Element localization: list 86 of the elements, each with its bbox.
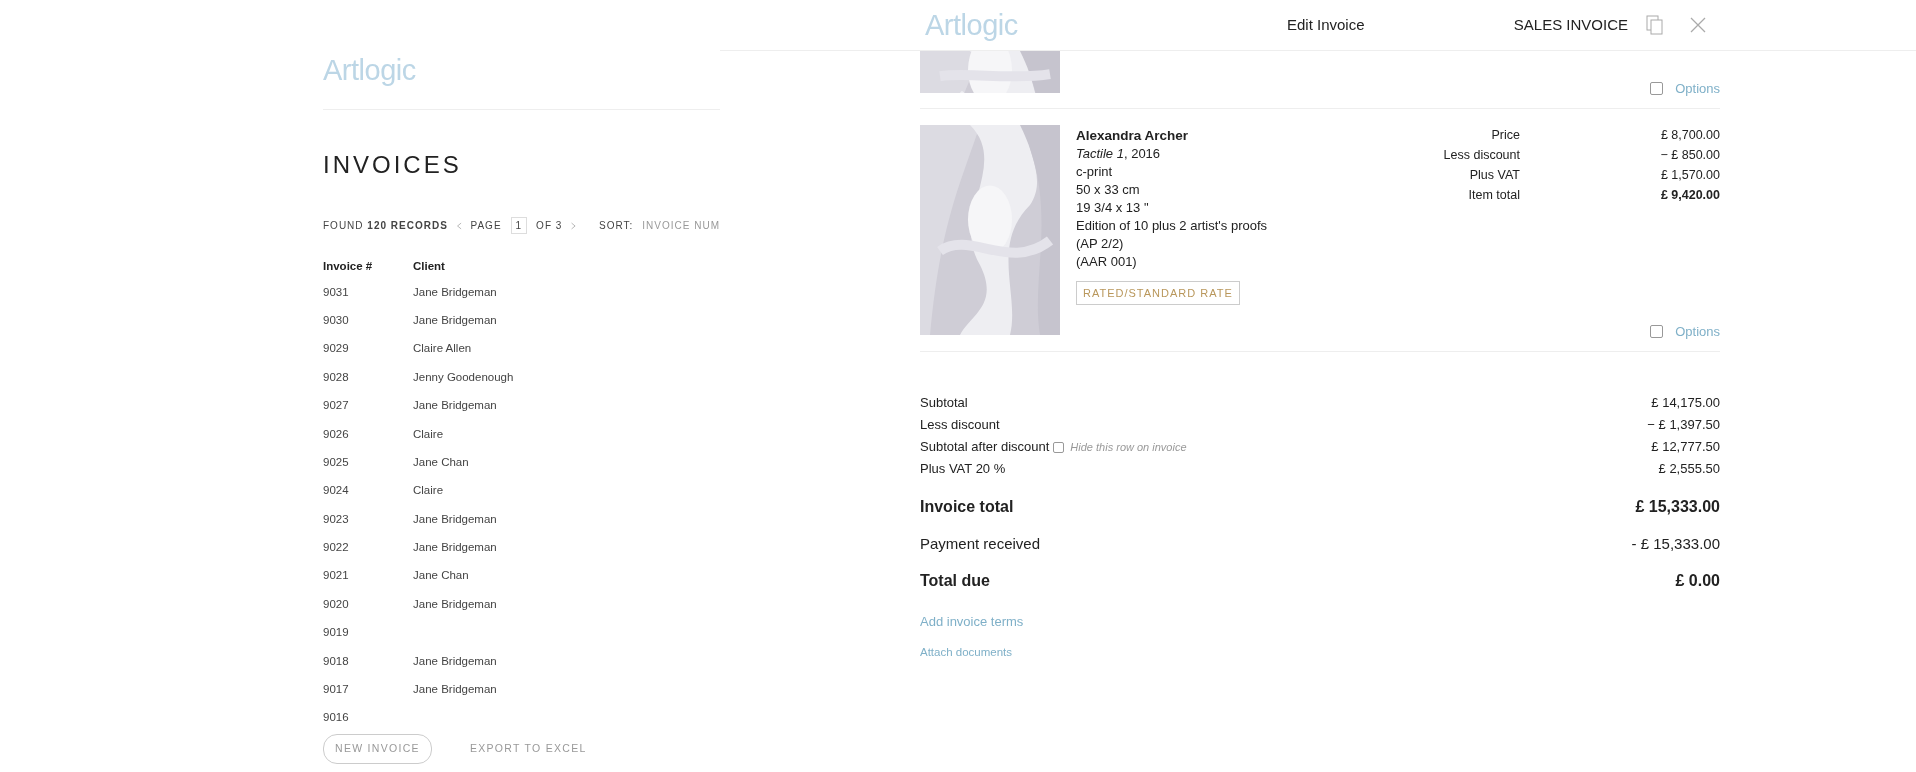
total-value: − £ 1,397.50 bbox=[1647, 416, 1720, 435]
total-label: Total due bbox=[920, 571, 990, 591]
table-cell-text: 9031 bbox=[323, 284, 350, 300]
records-count: FOUND 120 RECORDS bbox=[323, 219, 448, 233]
copy-icon[interactable] bbox=[1646, 15, 1664, 35]
new-invoice-button[interactable]: NEW INVOICE bbox=[323, 734, 432, 764]
price-label: Item total bbox=[1467, 187, 1520, 204]
price-label: Less discount bbox=[1442, 147, 1520, 164]
table-cell-text: Jane Chan bbox=[413, 454, 469, 470]
logo[interactable]: Artlogic bbox=[323, 56, 416, 85]
table-cell-text: 9026 bbox=[323, 426, 350, 442]
document-type: SALES INVOICE bbox=[1513, 14, 1628, 35]
checkbox-label: Hide this row on invoice bbox=[1070, 439, 1187, 455]
table-cell-text: Jane Bridgeman bbox=[413, 398, 497, 414]
artwork-detail: Edition of 10 plus 2 artist's proofs bbox=[1076, 217, 1268, 235]
page-field[interactable]: 1 bbox=[510, 217, 528, 234]
artwork-detail: (AAR 001) bbox=[1076, 253, 1138, 271]
table-cell-text: 9019 bbox=[323, 625, 350, 641]
table-cell-text: 9029 bbox=[323, 341, 350, 357]
total-value: £ 12,777.50 bbox=[1651, 438, 1720, 457]
checkbox[interactable] bbox=[1650, 324, 1664, 338]
table-cell-text: Jane Bridgeman bbox=[413, 284, 497, 300]
total-label: Payment received bbox=[920, 533, 1041, 554]
total-value: £ 14,175.00 bbox=[1651, 394, 1720, 413]
total-label: Subtotal bbox=[920, 394, 968, 413]
tax-tag: RATED/STANDARD RATE bbox=[1076, 281, 1240, 305]
price-value: − £ 850.00 bbox=[1659, 147, 1720, 164]
table-cell-text: 9022 bbox=[323, 540, 350, 556]
table-cell-text: Claire Allen bbox=[413, 341, 472, 357]
table-cell-text: Jane Bridgeman bbox=[413, 596, 497, 612]
artist-name: Alexandra Archer bbox=[1076, 127, 1190, 145]
table-cell-text: Jane Chan bbox=[413, 568, 469, 584]
table-cell-text: Jane Bridgeman bbox=[413, 540, 497, 556]
artwork-detail: c-print bbox=[1076, 163, 1114, 181]
attach-documents-link[interactable]: Attach documents bbox=[920, 643, 1720, 661]
table-cell-text: 9021 bbox=[323, 568, 350, 584]
total-value: £ 15,333.00 bbox=[1635, 497, 1720, 517]
options-link[interactable]: Options bbox=[1675, 321, 1720, 341]
add-terms-link[interactable]: Add invoice terms bbox=[920, 612, 1720, 632]
logo[interactable]: Artlogic bbox=[925, 10, 1018, 40]
price-label: Price bbox=[1490, 127, 1520, 144]
price-value: £ 9,420.00 bbox=[1659, 187, 1720, 204]
total-label: Invoice total bbox=[920, 497, 1014, 517]
artwork-detail: (AP 2/2) bbox=[1076, 235, 1125, 253]
total-label: Subtotal after discount bbox=[920, 438, 1050, 457]
column-header: Client bbox=[413, 259, 445, 275]
table-cell-text: Claire bbox=[413, 483, 444, 499]
artwork-detail: 19 3/4 x 13 " bbox=[1076, 199, 1150, 217]
panel-title: Edit Invoice bbox=[1286, 14, 1365, 35]
table-cell-text: 9018 bbox=[323, 653, 350, 669]
export-link[interactable]: EXPORT TO EXCEL bbox=[469, 741, 587, 757]
table-cell-text: Jane Bridgeman bbox=[413, 312, 497, 328]
table-cell-text: 9025 bbox=[323, 454, 350, 470]
close-icon[interactable] bbox=[1690, 17, 1706, 33]
price-value: £ 8,700.00 bbox=[1659, 127, 1720, 144]
table-cell-text: 9023 bbox=[323, 511, 350, 527]
table-cell-text: 9017 bbox=[323, 682, 350, 698]
sort-value[interactable]: INVOICE NUM bbox=[642, 218, 720, 233]
table-cell-text: Jenny Goodenough bbox=[413, 369, 514, 385]
table-cell-text: 9020 bbox=[323, 596, 350, 612]
total-label: Less discount bbox=[920, 416, 1000, 435]
price-value: £ 1,570.00 bbox=[1659, 167, 1720, 184]
page-title: INVOICES bbox=[323, 150, 463, 180]
table-cell-text: 9016 bbox=[323, 710, 350, 726]
table-cell-text: Jane Bridgeman bbox=[413, 682, 497, 698]
table-cell-text: 9024 bbox=[323, 483, 350, 499]
artwork-title: Tactile 1, 2016 bbox=[1076, 145, 1162, 163]
table-cell-text: Claire bbox=[413, 426, 444, 442]
price-label: Plus VAT bbox=[1468, 167, 1520, 184]
sort-label: SORT: bbox=[599, 219, 634, 233]
checkbox[interactable] bbox=[1053, 441, 1065, 453]
page-label: PAGE bbox=[470, 219, 502, 233]
column-header: Invoice # bbox=[323, 259, 374, 275]
total-label: Plus VAT 20 % bbox=[920, 460, 1006, 479]
table-cell-text: Jane Bridgeman bbox=[413, 511, 497, 527]
total-value: £ 0.00 bbox=[1675, 571, 1720, 591]
table-cell-text: 9030 bbox=[323, 312, 350, 328]
total-value: - £ 15,333.00 bbox=[1631, 533, 1720, 554]
checkbox[interactable] bbox=[1650, 81, 1664, 95]
table-cell-text: 9027 bbox=[323, 398, 350, 414]
artwork-detail: 50 x 33 cm bbox=[1076, 181, 1141, 199]
table-cell-text: 9028 bbox=[323, 369, 350, 385]
options-link[interactable]: Options bbox=[1675, 78, 1720, 98]
page-count: OF 3 bbox=[536, 219, 563, 233]
table-cell-text: Jane Bridgeman bbox=[413, 653, 497, 669]
total-value: £ 2,555.50 bbox=[1658, 460, 1720, 479]
